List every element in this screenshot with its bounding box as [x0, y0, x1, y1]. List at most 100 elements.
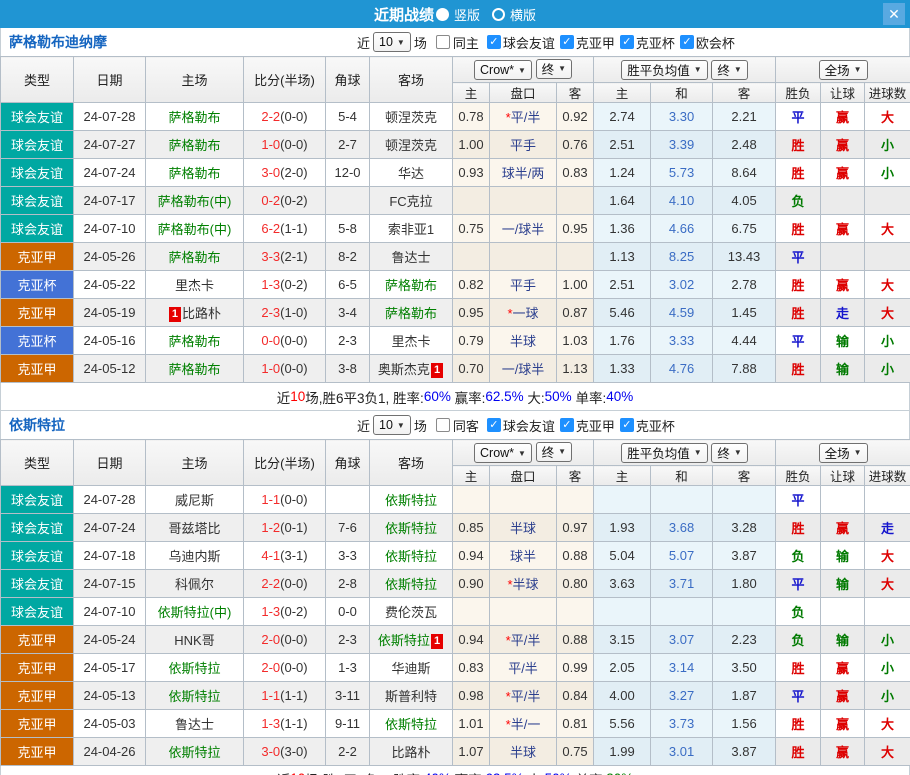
result-outcome: 胜	[776, 738, 821, 766]
half-time-score: (0-0)	[280, 492, 307, 507]
score: 0-2(0-2)	[244, 187, 326, 215]
league-checkbox-checked[interactable]: ✓	[487, 418, 501, 432]
layout-radio-horizontal-icon[interactable]	[492, 8, 505, 21]
result-handicap	[821, 243, 865, 271]
half-time-score: (1-1)	[280, 221, 307, 236]
handicap-line: 平/半	[490, 654, 557, 682]
avg-home: 2.05	[594, 654, 651, 682]
match-row: 克亚甲24-05-24HNK哥2-0(0-0)2-3依斯特拉10.94*平/半0…	[1, 626, 910, 654]
league-checkbox-checked[interactable]: ✓	[487, 35, 501, 49]
odds-away: 0.92	[557, 103, 594, 131]
full-time-score: 3-3	[261, 249, 280, 264]
sub-header-handicap: 盘口	[490, 466, 557, 486]
handicap-line: *平/半	[490, 682, 557, 710]
scope-select[interactable]: 全场▼	[819, 443, 868, 463]
match-type-badge: 球会友谊	[1, 598, 74, 626]
avg-time-select[interactable]: 终▼	[711, 60, 747, 80]
avg-away: 4.05	[713, 187, 776, 215]
summary-segment: 赢率:	[451, 769, 486, 775]
result-handicap: 赢	[821, 738, 865, 766]
sub-header-handicap-result: 让球	[821, 466, 865, 486]
home-team-name: 哥兹塔比	[168, 521, 220, 536]
summary-segment: 40%	[606, 389, 633, 404]
league-checkbox-checked[interactable]: ✓	[560, 35, 574, 49]
away-team-name: 依斯特拉	[385, 577, 437, 592]
match-row: 克亚甲24-05-191比路朴2-3(1-0)3-4萨格勒布0.95*一球0.8…	[1, 299, 910, 327]
avg-away: 3.50	[713, 654, 776, 682]
result-handicap: 赢	[821, 514, 865, 542]
odds-company-select[interactable]: Crow*▼	[474, 60, 532, 80]
result-goals: 小	[865, 355, 910, 383]
match-count-select[interactable]: 10▼	[373, 415, 411, 435]
corners	[326, 486, 370, 514]
league-checkbox-checked[interactable]: ✓	[620, 418, 634, 432]
match-count-select[interactable]: 10▼	[373, 32, 411, 52]
avg-away: 6.75	[713, 215, 776, 243]
odds-company-header: Crow*▼ 终▼	[453, 57, 594, 83]
half-time-score: (1-1)	[280, 688, 307, 703]
avg-time-select[interactable]: 终▼	[711, 443, 747, 463]
match-date: 24-05-19	[74, 299, 146, 327]
away-team-name: 依斯特拉	[385, 717, 437, 732]
score: 2-3(1-0)	[244, 299, 326, 327]
same-venue-checkbox[interactable]	[436, 35, 450, 49]
odds-home: 0.94	[453, 626, 490, 654]
avg-draw: 3.33	[651, 327, 713, 355]
half-time-score: (0-2)	[280, 193, 307, 208]
half-time-score: (0-0)	[280, 361, 307, 376]
handicap-line: *半/一	[490, 710, 557, 738]
match-type-badge: 克亚甲	[1, 654, 74, 682]
same-venue-checkbox[interactable]	[436, 418, 450, 432]
handicap-line: 一/球半	[490, 215, 557, 243]
odds-home: 0.82	[453, 271, 490, 299]
avg-odds-select[interactable]: 胜平负均值▼	[621, 443, 707, 463]
away-team: 顿涅茨克	[370, 131, 453, 159]
odds-home: 1.01	[453, 710, 490, 738]
match-row: 球会友谊24-07-24萨格勒布3-0(2-0)12-0华达0.93球半/两0.…	[1, 159, 910, 187]
odds-away: 0.84	[557, 682, 594, 710]
layout-radio-vertical-icon[interactable]	[436, 8, 449, 21]
avg-home	[594, 598, 651, 626]
layout-radio-vertical-label[interactable]: 竖版	[454, 5, 480, 24]
dropdown-arrow-icon: ▼	[518, 449, 526, 458]
layout-radio-horizontal-label[interactable]: 横版	[510, 5, 536, 24]
odds-home: 0.85	[453, 514, 490, 542]
league-checkbox-checked[interactable]: ✓	[620, 35, 634, 49]
away-team-name: 萨格勒布	[385, 278, 437, 293]
summary-segment: 40%	[424, 771, 451, 775]
odds-time-select[interactable]: 终▼	[536, 442, 572, 462]
match-date: 24-07-28	[74, 486, 146, 514]
avg-draw: 4.66	[651, 215, 713, 243]
away-team-name: 费伦茨瓦	[385, 605, 437, 620]
summary-segment: 单率:	[572, 387, 607, 407]
match-type-badge: 克亚甲	[1, 355, 74, 383]
full-time-score: 1-2	[261, 520, 280, 535]
close-icon[interactable]: ✕	[883, 3, 905, 25]
result-goals: 小	[865, 654, 910, 682]
half-time-score: (0-0)	[280, 660, 307, 675]
result-goals: 小	[865, 682, 910, 710]
col-header-score: 比分(半场)	[244, 57, 326, 103]
avg-odds-select[interactable]: 胜平负均值▼	[621, 60, 707, 80]
odds-time-select[interactable]: 终▼	[536, 59, 572, 79]
home-team-name: 萨格勒布	[168, 334, 220, 349]
corners: 2-3	[326, 327, 370, 355]
avg-away: 13.43	[713, 243, 776, 271]
corners: 6-5	[326, 271, 370, 299]
half-time-score: (2-0)	[280, 165, 307, 180]
result-handicap: 赢	[821, 271, 865, 299]
result-handicap: 赢	[821, 131, 865, 159]
odds-company-select[interactable]: Crow*▼	[474, 443, 532, 463]
home-team-name: 萨格勒布(中)	[158, 222, 232, 237]
match-type-badge: 克亚杯	[1, 271, 74, 299]
league-checkbox-checked[interactable]: ✓	[560, 418, 574, 432]
league-checkbox-checked[interactable]: ✓	[680, 35, 694, 49]
handicap-line: 球半/两	[490, 159, 557, 187]
corners: 2-8	[326, 570, 370, 598]
scope-select[interactable]: 全场▼	[819, 60, 868, 80]
red-card-badge: 1	[169, 307, 181, 322]
avg-draw: 3.07	[651, 626, 713, 654]
handicap-text: 半球	[513, 577, 539, 592]
handicap-text: 平/半	[511, 633, 541, 648]
match-date: 24-05-16	[74, 327, 146, 355]
